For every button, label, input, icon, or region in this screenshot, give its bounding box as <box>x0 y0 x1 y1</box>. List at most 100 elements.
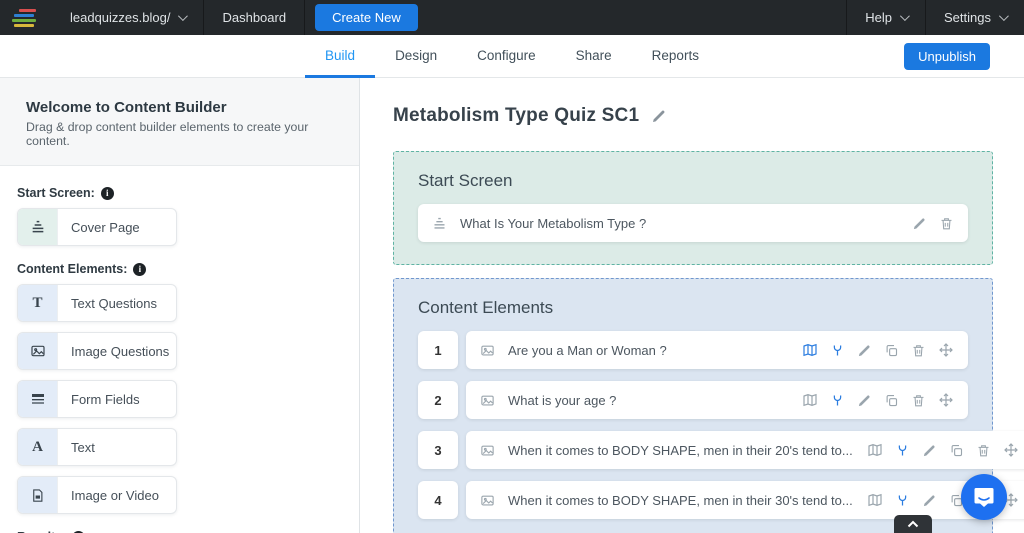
text-questions-icon: T <box>18 285 58 321</box>
delete-icon[interactable] <box>976 443 991 458</box>
row-number: 3 <box>418 431 458 469</box>
element-image-or-video[interactable]: Image or Video <box>17 476 177 514</box>
row-number: 2 <box>418 381 458 419</box>
body-wrap: Welcome to Content Builder Drag & drop c… <box>0 78 1024 533</box>
edit-icon[interactable] <box>912 216 927 231</box>
delete-icon[interactable] <box>911 393 926 408</box>
help-menu[interactable]: Help <box>847 0 925 35</box>
builder-canvas: Metabolism Type Quiz SC1 Start Screen Wh… <box>360 78 1024 533</box>
answer-mapping-icon[interactable] <box>867 442 883 458</box>
delete-icon[interactable] <box>939 216 954 231</box>
image-question-icon <box>480 443 495 458</box>
answer-mapping-icon[interactable] <box>867 492 883 508</box>
cover-page-icon <box>18 209 58 245</box>
question-card[interactable]: Are you a Man or Woman ? <box>466 331 968 369</box>
content-builder-sidebar: Welcome to Content Builder Drag & drop c… <box>0 78 360 533</box>
answer-mapping-icon[interactable] <box>802 342 818 358</box>
image-or-video-icon <box>18 477 58 513</box>
move-handle-icon[interactable] <box>938 392 954 408</box>
nav-item-dashboard[interactable]: Dashboard <box>204 0 304 35</box>
tab-build[interactable]: Build <box>305 35 375 78</box>
tab-design[interactable]: Design <box>375 35 457 78</box>
edit-icon[interactable] <box>922 443 937 458</box>
question-text: When it comes to BODY SHAPE, men in thei… <box>508 443 853 458</box>
question-card[interactable]: What is your age ? <box>466 381 968 419</box>
edit-title-button[interactable] <box>651 108 667 124</box>
start-screen-elements: Cover Page <box>17 208 342 246</box>
duplicate-icon[interactable] <box>884 343 899 358</box>
element-label: Image Questions <box>58 333 176 369</box>
start-screen-label-text: Start Screen: <box>17 186 95 200</box>
logo-bars-icon <box>12 9 38 27</box>
question-card[interactable]: When it comes to BODY SHAPE, men in thei… <box>466 431 1024 469</box>
leadquizzes-logo[interactable] <box>0 0 52 35</box>
start-screen-item-text: What Is Your Metabolism Type ? <box>460 216 898 231</box>
edit-icon[interactable] <box>857 343 872 358</box>
image-questions-icon <box>18 333 58 369</box>
element-cover-page[interactable]: Cover Page <box>17 208 177 246</box>
quiz-title: Metabolism Type Quiz SC1 <box>393 105 639 127</box>
element-form-fields[interactable]: Form Fields <box>17 380 177 418</box>
element-label: Form Fields <box>58 381 176 417</box>
welcome-subtitle: Drag & drop content builder elements to … <box>26 120 333 148</box>
element-label: Text Questions <box>58 285 176 321</box>
create-new-button[interactable]: Create New <box>315 4 418 31</box>
question-text: When it comes to BODY SHAPE, men in thei… <box>508 493 853 508</box>
content-elements-heading: Content Elements <box>418 298 968 318</box>
element-label: Image or Video <box>58 477 176 513</box>
site-dropdown[interactable]: leadquizzes.blog/ <box>52 0 203 35</box>
start-screen-section-label: Start Screen: i <box>17 186 342 200</box>
question-actions <box>867 442 1019 458</box>
settings-label: Settings <box>944 10 991 25</box>
nav-spacer <box>428 0 847 35</box>
element-label: Cover Page <box>58 209 176 245</box>
answer-mapping-icon[interactable] <box>802 392 818 408</box>
settings-menu[interactable]: Settings <box>926 0 1024 35</box>
app-window: leadquizzes.blog/ Dashboard Create New H… <box>0 0 1024 533</box>
dashboard-label: Dashboard <box>222 10 286 25</box>
chat-widget-button[interactable] <box>961 474 1007 520</box>
tab-configure[interactable]: Configure <box>457 35 556 78</box>
delete-icon[interactable] <box>911 343 926 358</box>
content-elements-panel: Content Elements 1 Are you a Man or Woma… <box>393 278 993 533</box>
edit-icon[interactable] <box>857 393 872 408</box>
skip-logic-icon[interactable] <box>895 493 910 508</box>
help-label: Help <box>865 10 892 25</box>
welcome-title: Welcome to Content Builder <box>26 99 333 116</box>
top-nav: leadquizzes.blog/ Dashboard Create New H… <box>0 0 1024 35</box>
element-text[interactable]: A Text <box>17 428 177 466</box>
element-label: Text <box>58 429 176 465</box>
content-row-3: 3 When it comes to BODY SHAPE, men in th… <box>418 431 968 469</box>
element-text-questions[interactable]: T Text Questions <box>17 284 177 322</box>
text-icon: A <box>18 429 58 465</box>
skip-logic-icon[interactable] <box>830 343 845 358</box>
row-number: 4 <box>418 481 458 519</box>
skip-logic-icon[interactable] <box>895 443 910 458</box>
start-screen-item[interactable]: What Is Your Metabolism Type ? <box>418 204 968 242</box>
quiz-title-row: Metabolism Type Quiz SC1 <box>393 105 993 127</box>
skip-logic-icon[interactable] <box>830 393 845 408</box>
content-elements-palette: T Text Questions Image Questions Form <box>17 284 342 514</box>
duplicate-icon[interactable] <box>949 443 964 458</box>
form-fields-icon <box>18 381 58 417</box>
chevron-down-icon <box>999 11 1009 21</box>
content-row-1: 1 Are you a Man or Woman ? <box>418 331 968 369</box>
edit-icon[interactable] <box>922 493 937 508</box>
image-question-icon <box>480 343 495 358</box>
duplicate-icon[interactable] <box>884 393 899 408</box>
move-handle-icon[interactable] <box>938 342 954 358</box>
move-handle-icon[interactable] <box>1003 442 1019 458</box>
element-image-questions[interactable]: Image Questions <box>17 332 177 370</box>
tab-reports[interactable]: Reports <box>632 35 719 78</box>
tab-share[interactable]: Share <box>556 35 632 78</box>
sidebar-body: Start Screen: i Cover Page Content Eleme… <box>0 166 359 533</box>
content-row-4: 4 When it comes to BODY SHAPE, men in th… <box>418 481 968 519</box>
question-card[interactable]: When it comes to BODY SHAPE, men in thei… <box>466 481 1024 519</box>
info-icon[interactable]: i <box>133 263 146 276</box>
row-number: 1 <box>418 331 458 369</box>
info-icon[interactable]: i <box>101 187 114 200</box>
chevron-down-icon <box>900 11 910 21</box>
scroll-to-top-button[interactable] <box>894 515 932 533</box>
chat-bubble-icon <box>972 485 996 509</box>
unpublish-button[interactable]: Unpublish <box>904 43 990 70</box>
